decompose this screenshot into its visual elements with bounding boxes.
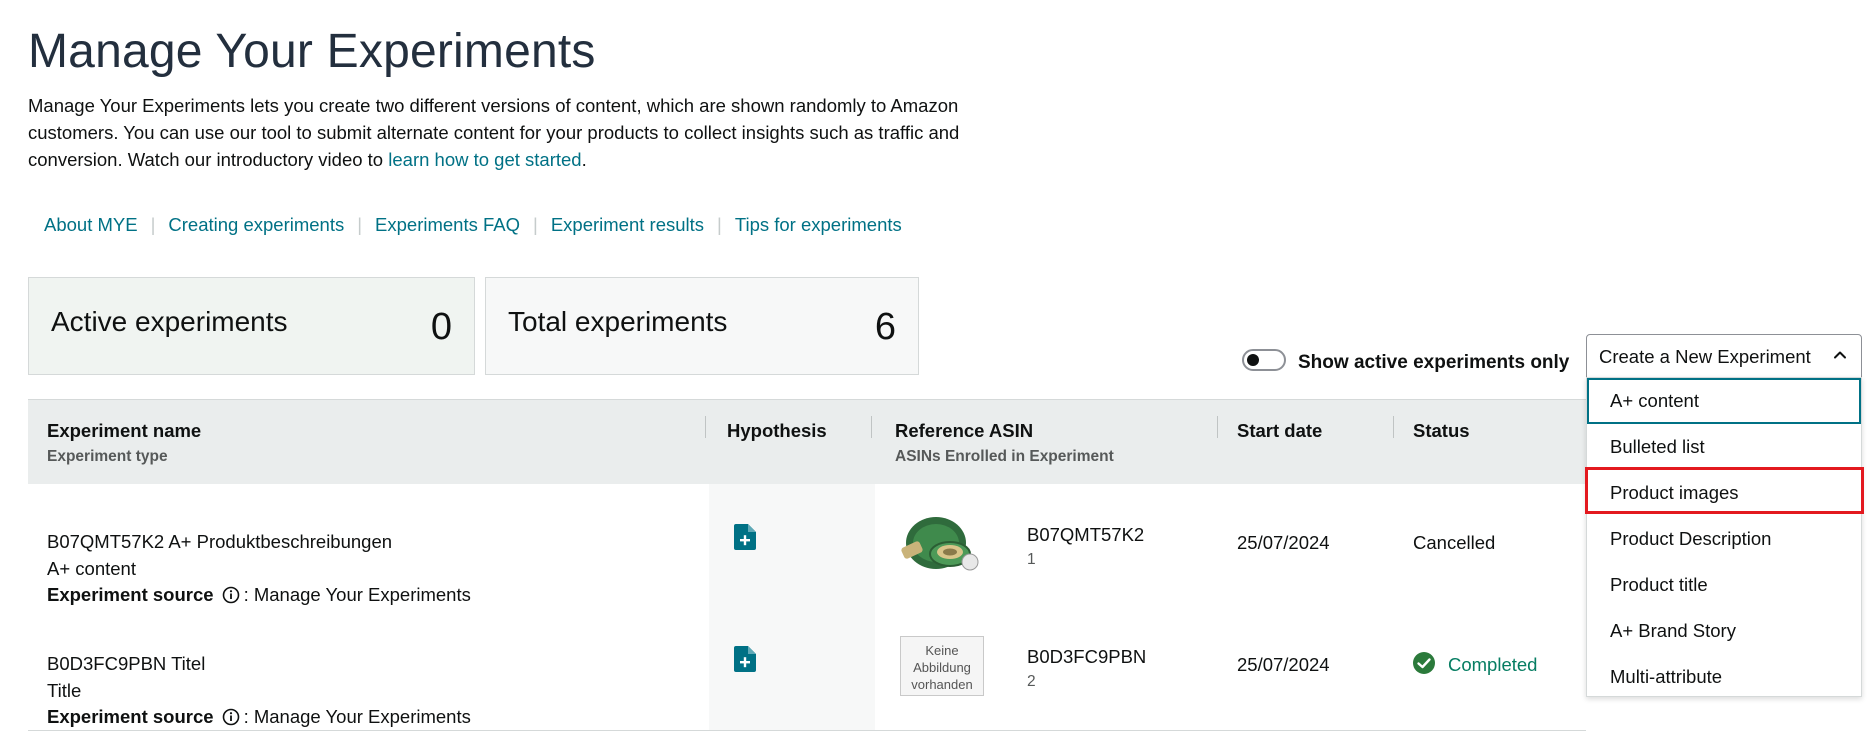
reference-asin-link[interactable]: B07QMT57K2 [1027,524,1144,546]
active-experiments-card: Active experiments 0 [28,277,475,375]
experiment-name-link[interactable]: B07QMT57K2 A+ Produktbeschreibungen [47,531,392,553]
chevron-up-icon [1834,351,1846,359]
asin-count: 2 [1027,673,1036,690]
column-subheader-asins-enrolled: ASINs Enrolled in Experiment [895,448,1114,465]
placeholder-text-line: vorhanden [911,677,973,692]
create-experiment-select[interactable]: Create a New Experiment [1586,334,1862,378]
column-header-start-date[interactable]: Start date [1237,420,1322,442]
add-hypothesis-icon[interactable] [734,524,756,550]
no-image-placeholder[interactable]: Keine Abbildung vorhanden [900,636,984,696]
tips-for-experiments-link[interactable]: Tips for experiments [735,214,902,236]
total-experiments-card: Total experiments 6 [485,277,919,375]
column-divider [1393,416,1394,438]
experiment-source: Experiment source : Manage Your Experime… [47,584,471,606]
link-separator: | [533,214,538,235]
help-links-bar: About MYE | Creating experiments | Exper… [44,214,902,236]
column-header-experiment-name[interactable]: Experiment name [47,420,201,442]
experiment-source-value: : Manage Your Experiments [243,584,471,605]
menu-item-product-title[interactable]: Product title [1587,562,1861,608]
placeholder-text-line: Keine [925,643,959,658]
link-separator: | [357,214,363,235]
active-only-toggle-label: Show active experiments only [1298,352,1570,373]
total-experiments-count: 6 [874,306,896,348]
column-header-status[interactable]: Status [1413,420,1470,442]
learn-how-link[interactable]: learn how to get started [388,149,581,170]
toggle-knob [1247,354,1259,366]
table-row: B07QMT57K2 A+ Produktbeschreibungen A+ c… [28,484,1586,607]
menu-item-bulleted-list[interactable]: Bulleted list [1587,424,1861,470]
column-header-reference-asin[interactable]: Reference ASIN [895,420,1033,442]
placeholder-text-line: Abbildung [913,660,971,675]
experiment-type: A+ content [47,558,136,579]
create-experiment-menu: A+ content Bulleted list Product images … [1586,377,1862,697]
experiments-faq-link[interactable]: Experiments FAQ [375,214,520,236]
menu-item-multi-attribute[interactable]: Multi-attribute [1587,654,1861,700]
product-thumbnail[interactable] [898,514,982,574]
menu-item-a-plus-brand-story[interactable]: A+ Brand Story [1587,608,1861,654]
column-divider [1217,416,1218,438]
page-title: Manage Your Experiments [28,25,596,78]
table-header: Experiment name Experiment type Hypothes… [28,399,1586,485]
column-divider [871,416,872,438]
intro-end: . [581,149,587,170]
status-text: Cancelled [1413,532,1496,553]
experiment-type: Title [47,680,82,701]
about-mye-link[interactable]: About MYE [44,214,138,236]
column-header-hypothesis[interactable]: Hypothesis [727,420,827,442]
experiment-name-link[interactable]: B0D3FC9PBN Titel [47,653,205,675]
link-separator: | [150,214,156,235]
creating-experiments-link[interactable]: Creating experiments [168,214,344,236]
table-row: B0D3FC9PBN Titel Title Experiment source… [28,606,1586,731]
experiment-source: Experiment source : Manage Your Experime… [47,706,471,728]
column-divider [705,416,706,438]
menu-item-product-images[interactable]: Product images [1587,470,1861,516]
menu-item-a-plus-content[interactable]: A+ content [1587,378,1861,424]
check-circle-icon [1413,652,1435,674]
total-experiments-label: Total experiments [508,306,728,337]
status-text: Completed [1448,654,1538,675]
info-icon[interactable] [222,586,240,604]
add-hypothesis-icon[interactable] [734,646,756,672]
reference-asin-link[interactable]: B0D3FC9PBN [1027,646,1146,668]
active-experiments-label: Active experiments [51,306,288,337]
asin-count: 1 [1027,551,1036,568]
start-date: 25/07/2024 [1237,654,1330,675]
create-experiment-select-label: Create a New Experiment [1599,346,1811,367]
active-experiments-count: 0 [430,306,452,348]
experiment-source-label: Experiment source [47,706,214,727]
column-subheader-experiment-type: Experiment type [47,448,168,465]
intro-paragraph: Manage Your Experiments lets you create … [28,92,968,173]
start-date: 25/07/2024 [1237,532,1330,553]
experiment-results-link[interactable]: Experiment results [551,214,704,236]
menu-item-product-description[interactable]: Product Description [1587,516,1861,562]
info-icon[interactable] [222,708,240,726]
active-only-toggle[interactable] [1242,349,1286,371]
experiment-source-label: Experiment source [47,584,214,605]
experiment-source-value: : Manage Your Experiments [243,706,471,727]
link-separator: | [717,214,722,235]
